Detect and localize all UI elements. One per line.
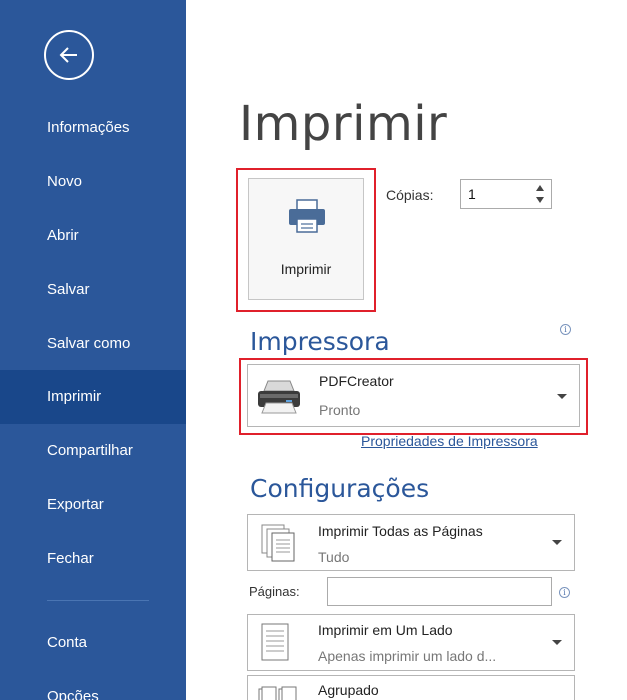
printer-select[interactable]: PDFCreator Pronto [247, 364, 580, 427]
printer-status: Pronto [319, 402, 361, 418]
sidebar-item-conta[interactable]: Conta [0, 616, 186, 670]
collation-main: Agrupado [318, 682, 379, 698]
chevron-down-icon [552, 540, 562, 545]
copies-label: Cópias: [386, 187, 434, 203]
printer-icon [289, 199, 325, 233]
sidebar-item-compartilhar[interactable]: Compartilhar [0, 424, 186, 478]
sidebar-item-abrir[interactable]: Abrir [0, 209, 186, 263]
spinner-arrows-icon[interactable] [533, 182, 547, 206]
pages-label: Páginas: [249, 584, 300, 599]
sidebar-item-opcoes[interactable]: Opções [0, 670, 186, 700]
print-sides-main: Imprimir em Um Lado [318, 622, 453, 638]
chevron-down-icon [552, 640, 562, 645]
pages-input[interactable] [327, 577, 552, 606]
sidebar-item-imprimir[interactable]: Imprimir [0, 370, 186, 424]
collated-icon [258, 686, 297, 700]
print-range-select[interactable]: Imprimir Todas as Páginas Tudo [247, 514, 575, 571]
info-icon[interactable]: i [560, 324, 571, 335]
sidebar-item-salvar[interactable]: Salvar [0, 263, 186, 317]
sidebar-divider [47, 600, 149, 601]
sidebar-item-informacoes[interactable]: Informações [0, 101, 186, 155]
sidebar-item-novo[interactable]: Novo [0, 155, 186, 209]
pages-info-icon[interactable]: i [559, 587, 570, 598]
backstage-sidebar: Informações Novo Abrir Salvar Salvar com… [0, 0, 186, 700]
back-arrow-icon [59, 47, 77, 63]
printer-name: PDFCreator [319, 373, 394, 389]
print-button-label: Imprimir [280, 261, 332, 277]
printer-properties-link[interactable]: Propriedades de Impressora [361, 433, 538, 449]
one-sided-icon [261, 623, 289, 661]
print-sides-select[interactable]: Imprimir em Um Lado Apenas imprimir um l… [247, 614, 575, 671]
all-pages-icon [261, 524, 295, 562]
page-title: Imprimir [239, 96, 448, 152]
collation-select[interactable]: Agrupado [247, 675, 575, 700]
print-range-sub: Tudo [318, 549, 350, 565]
sidebar-item-fechar[interactable]: Fechar [0, 532, 186, 586]
sidebar-item-exportar[interactable]: Exportar [0, 478, 186, 532]
printer-device-icon [258, 380, 300, 414]
print-range-main: Imprimir Todas as Páginas [318, 523, 483, 539]
print-button[interactable]: Imprimir [248, 178, 364, 300]
chevron-down-icon [557, 394, 567, 399]
copies-value: 1 [468, 186, 476, 202]
back-button[interactable] [44, 30, 94, 80]
sidebar-item-salvar-como[interactable]: Salvar como [0, 317, 186, 371]
settings-section-heading: Configurações [250, 474, 430, 503]
printer-section-heading: Impressora [250, 327, 390, 356]
copies-stepper[interactable]: 1 [460, 179, 552, 209]
print-sides-sub: Apenas imprimir um lado d... [318, 648, 497, 664]
